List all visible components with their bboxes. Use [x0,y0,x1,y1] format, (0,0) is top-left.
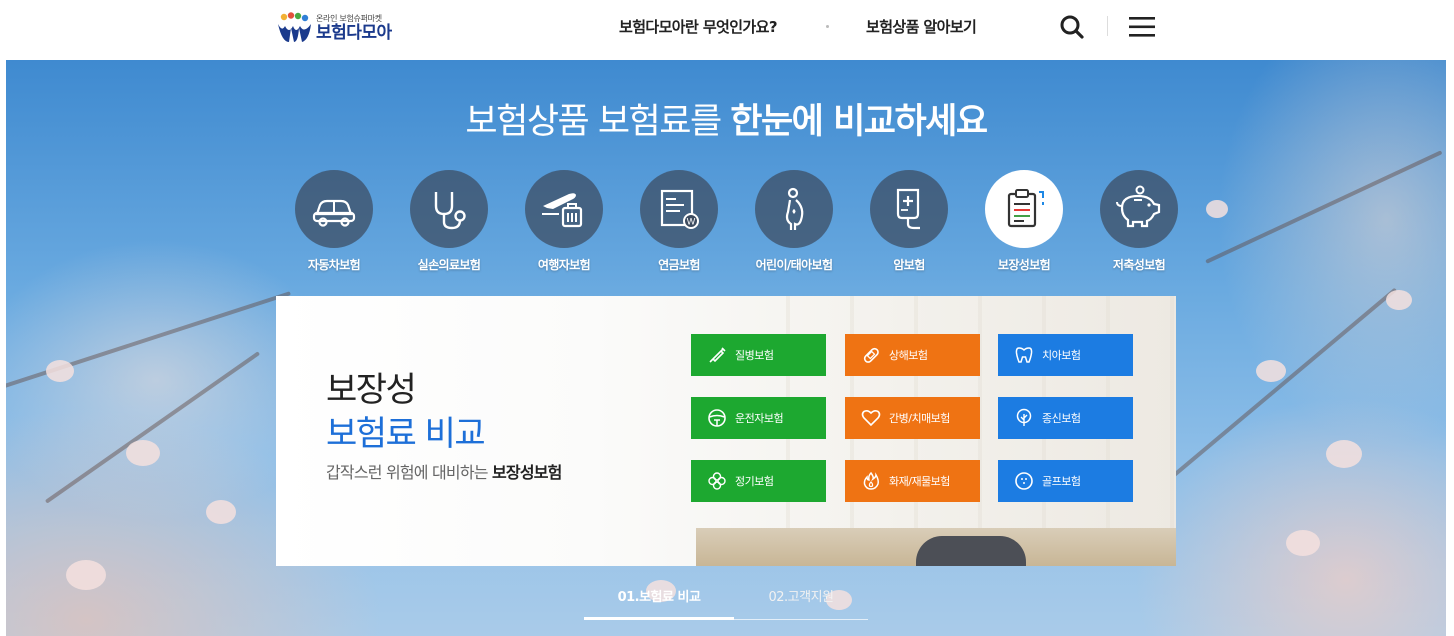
sub-product-label: 종신보험 [1042,412,1081,425]
sub-product-label: 운전자보험 [735,412,784,425]
sub-product-fire[interactable]: 화재/재물보험 [845,460,980,502]
category-label: 연금보험 [658,258,700,272]
panel-subtitle: 보험료 비교 [326,414,486,454]
category-protection[interactable]: 보장성보험 [966,170,1082,273]
category-label: 실손의료보험 [417,258,481,272]
category-travel[interactable]: 여행자보험 [506,170,622,273]
hero-title-light: 보험상품 보험료를 [465,102,731,142]
panel-description-bold: 보장성보험 [491,463,562,482]
car-icon [312,199,356,227]
nav-item-products[interactable]: 보험상품 알아보기 [866,0,977,52]
header-divider [1107,16,1108,36]
bandage-icon [863,347,879,363]
blossom-branch [1205,150,1443,264]
pension-document-icon: W [660,189,699,229]
panel-chair-decoration [916,536,1026,566]
blossom-branch [44,351,261,504]
category-medical[interactable]: 실손의료보험 [391,170,507,273]
piggy-bank-icon [1116,185,1161,228]
sub-product-injury[interactable]: 상해보험 [845,334,980,376]
golf-ball-icon [1015,472,1033,490]
tab-premium-compare[interactable]: 01.보험료 비교 [584,578,734,620]
sub-product-disease[interactable]: 질병보험 [691,334,826,376]
iv-bag-icon [896,188,920,230]
category-child[interactable]: 어린이/태아보험 [736,170,852,273]
blossom [206,500,236,524]
category-label: 보장성보험 [997,258,1051,272]
site-header: 온라인 보험슈퍼마켓 보험다모아 보험다모아란 무엇인가요? 보험상품 알아보기 [0,0,1454,60]
panel-description: 갑작스런 위험에 대비하는 보장성보험 [326,459,562,483]
hero-title: 보험상품 보험료를 한눈에 비교하세요 [6,93,1446,144]
fire-icon [863,471,879,490]
nav-link-about[interactable]: 보험다모아란 무엇인가요? [619,16,778,37]
hamburger-menu-icon[interactable] [1128,15,1156,39]
sub-product-label: 상해보험 [889,349,928,362]
blossom [46,360,74,382]
airplane-luggage-icon [542,193,583,228]
sub-product-label: 간병/치매보험 [889,412,950,425]
tab-customer-support[interactable]: 02.고객지원 [734,578,868,620]
clover-icon [708,472,726,490]
panel-description-light: 갑작스런 위험에 대비하는 [326,463,492,482]
pregnant-woman-icon [785,187,804,230]
sub-product-label: 정기보험 [735,475,774,488]
blossom [1326,440,1362,468]
category-label: 어린이/태아보험 [755,258,833,272]
sub-product-grid: 질병보험 상해보험 치아보험 운전자보험 간병/치매보험 종신보험 정기보험 화… [691,334,1133,502]
search-icon[interactable] [1059,14,1085,40]
heart-icon [861,409,881,427]
nav-item-about[interactable]: 보험다모아란 무엇인가요? [619,0,778,52]
clipboard-icon [1007,189,1044,228]
blossom [126,440,160,466]
blossom [66,560,106,590]
sub-product-label: 골프보험 [1042,475,1081,488]
category-label: 자동차보험 [307,258,361,272]
steering-wheel-icon [708,409,726,427]
sub-product-label: 질병보험 [735,349,774,362]
logo-subtitle: 온라인 보험슈퍼마켓 [316,13,382,23]
logo-title: 보험다모아 [316,22,392,43]
hero-section: 보험상품 보험료를 한눈에 비교하세요 자동차보험 실손의료보험 여행자보험 W… [6,60,1446,636]
category-label: 여행자보험 [537,258,591,272]
hero-title-bold: 한눈에 비교하세요 [730,102,988,142]
svg-text:W: W [687,217,696,227]
category-label: 저축성보험 [1112,258,1166,272]
category-cancer[interactable]: 암보험 [851,170,967,273]
category-label: 암보험 [893,258,925,272]
logo-people-icon [276,12,312,44]
blossom-branch [6,291,291,394]
nav-link-products[interactable]: 보험상품 알아보기 [866,16,977,37]
category-car[interactable]: 자동차보험 [276,170,392,273]
nav-dot [826,24,829,28]
sub-product-care[interactable]: 간병/치매보험 [845,397,980,439]
sub-product-driver[interactable]: 운전자보험 [691,397,826,439]
category-pension[interactable]: W 연금보험 [621,170,737,273]
blossom [1286,530,1320,556]
category-savings[interactable]: 저축성보험 [1081,170,1197,273]
product-panel: 보장성 보험료 비교 갑작스런 위험에 대비하는 보장성보험 질병보험 상해보험 [276,296,1176,566]
sub-product-dental[interactable]: 치아보험 [998,334,1133,376]
tooth-icon [1015,347,1033,363]
syringe-icon [709,347,726,363]
site-logo[interactable]: 온라인 보험슈퍼마켓 보험다모아 [276,10,416,46]
sub-product-whole-life[interactable]: 종신보험 [998,397,1133,439]
panel-title: 보장성 [326,370,417,410]
blossom-branch [1164,287,1398,484]
stethoscope-icon [434,192,466,230]
sub-product-golf[interactable]: 골프보험 [998,460,1133,502]
sub-product-label: 치아보험 [1042,349,1081,362]
sub-product-label: 화재/재물보험 [889,475,950,488]
sub-product-term[interactable]: 정기보험 [691,460,826,502]
category-list: 자동차보험 실손의료보험 여행자보험 W 연금보험 어린이/태아보험 암보험 보… [276,170,1178,280]
bottom-tabs: 01.보험료 비교 02.고객지원 [584,578,868,620]
tree-icon [1016,408,1032,426]
blossom [1386,290,1412,310]
blossom [1256,360,1286,382]
nav-separator [826,0,829,52]
blossom [1206,200,1228,218]
